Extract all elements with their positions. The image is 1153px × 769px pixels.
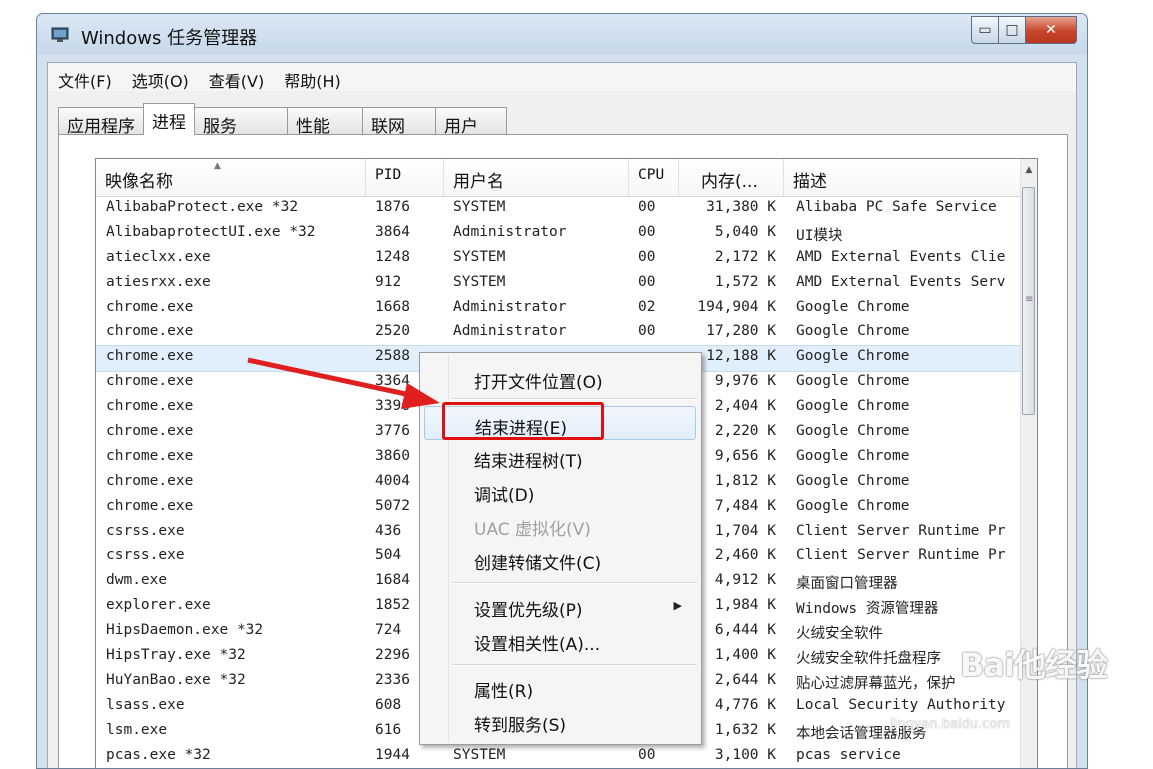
baidu-watermark: Bai他经验 (960, 646, 1108, 684)
red-highlight-box (442, 402, 604, 440)
baidu-watermark-url: jingyan.baidu.com (890, 717, 1010, 732)
